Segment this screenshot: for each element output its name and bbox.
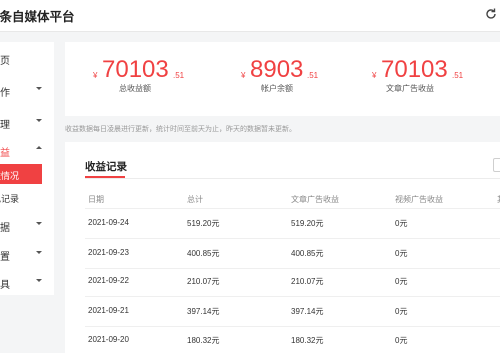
stat-decimal: .51 (173, 71, 185, 80)
chevron-down-icon (36, 222, 42, 225)
row-divider (85, 268, 500, 269)
cell-video: 0元 (395, 219, 408, 228)
stat-caption: 文章广告收益 (386, 84, 434, 93)
divider (85, 178, 500, 179)
cell-video: 0元 (395, 249, 408, 258)
stat-integer: 70103 (102, 56, 169, 83)
cell-total: 210.07元 (187, 277, 220, 286)
cell-date: 2021-09-23 (88, 248, 129, 257)
sidebar-item-withdraw-records[interactable]: 提现记录 (0, 188, 54, 208)
sidebar-item-create[interactable]: 创作 (0, 80, 54, 100)
row-divider (85, 326, 500, 327)
stat-account-balance: ¥ 8903 .51 帐户余额 (241, 56, 361, 106)
update-note: 收益数据每日凌晨进行更新，统计时间至前天为止，昨天的数据暂未更新。 (65, 125, 296, 133)
currency-symbol: ¥ (93, 71, 98, 80)
stat-decimal: .51 (452, 71, 464, 80)
cell-date: 2021-09-22 (88, 276, 129, 285)
sidebar-item-settings[interactable]: 设置 (0, 244, 54, 264)
sidebar-item-label: 设置 (0, 252, 10, 263)
sidebar: 首页 创作 管理 收益 收益情况 提现记录 数据 设置 工具 (0, 42, 54, 295)
stat-decimal: .51 (307, 71, 319, 80)
sidebar-item-manage[interactable]: 管理 (0, 112, 54, 132)
sidebar-item-label: 首页 (0, 56, 10, 67)
cell-article: 400.85元 (291, 249, 324, 258)
chevron-down-icon (36, 87, 42, 90)
sidebar-item-label: 提现记录 (0, 195, 20, 205)
sidebar-item-label: 收益情况 (0, 172, 20, 182)
sidebar-item-home[interactable]: 首页 (0, 48, 54, 68)
cell-date: 2021-09-20 (88, 335, 129, 344)
sidebar-item-label: 工具 (0, 280, 10, 291)
cell-article: 519.20元 (291, 219, 324, 228)
stat-article-ad-income: ¥ 70103 .51 文章广告收益 (372, 56, 492, 106)
sidebar-item-label: 数据 (0, 223, 10, 234)
top-bar: 头条自媒体平台 (0, 0, 500, 32)
stat-total-income: ¥ 70103 .51 总收益额 (93, 56, 213, 106)
date-picker-button[interactable] (493, 158, 500, 172)
cell-article: 210.07元 (291, 277, 324, 286)
cell-total: 519.20元 (187, 219, 220, 228)
chevron-down-icon (36, 119, 42, 122)
sidebar-item-income[interactable]: 收益 (0, 140, 54, 160)
refresh-icon[interactable] (484, 7, 498, 21)
cell-date: 2021-09-24 (88, 218, 129, 227)
panel-title[interactable]: 收益记录 (85, 159, 127, 174)
stat-caption: 总收益额 (119, 84, 151, 93)
column-header-video: 视频广告收益 (395, 195, 443, 204)
column-header-total: 总计 (187, 195, 203, 204)
sidebar-item-tools[interactable]: 工具 (0, 272, 54, 292)
cell-article: 397.14元 (291, 307, 324, 316)
app-title: 头条自媒体平台 (0, 9, 75, 24)
column-header-article: 文章广告收益 (291, 195, 339, 204)
cell-video: 0元 (395, 336, 408, 345)
sidebar-item-label: 创作 (0, 88, 10, 99)
cell-article: 180.32元 (291, 336, 324, 345)
cell-total: 397.14元 (187, 307, 220, 316)
chevron-up-icon (36, 146, 42, 149)
stat-integer: 70103 (381, 56, 448, 83)
income-records-panel: 收益记录 日期 总计 文章广告收益 视频广告收益 其他 2021-09-24 5… (65, 142, 500, 353)
sidebar-item-label: 管理 (0, 120, 10, 131)
currency-symbol: ¥ (372, 71, 377, 80)
cell-total: 180.32元 (187, 336, 220, 345)
cell-video: 0元 (395, 307, 408, 316)
stat-caption: 帐户余额 (261, 84, 293, 93)
row-divider (85, 296, 500, 297)
chevron-down-icon (36, 251, 42, 254)
cell-total: 400.85元 (187, 249, 220, 258)
chevron-down-icon (36, 279, 42, 282)
income-summary-card: ¥ 70103 .51 总收益额 ¥ 8903 .51 帐户余额 ¥ 70103… (65, 42, 500, 116)
sidebar-item-income-overview[interactable]: 收益情况 (0, 164, 42, 184)
header-divider (85, 208, 500, 209)
sidebar-item-label: 收益 (0, 148, 10, 159)
row-divider (85, 238, 500, 239)
cell-date: 2021-09-21 (88, 306, 129, 315)
sidebar-item-data[interactable]: 数据 (0, 215, 54, 235)
cell-video: 0元 (395, 277, 408, 286)
stat-integer: 8903 (250, 56, 304, 83)
column-header-date: 日期 (88, 195, 104, 204)
currency-symbol: ¥ (241, 71, 246, 80)
